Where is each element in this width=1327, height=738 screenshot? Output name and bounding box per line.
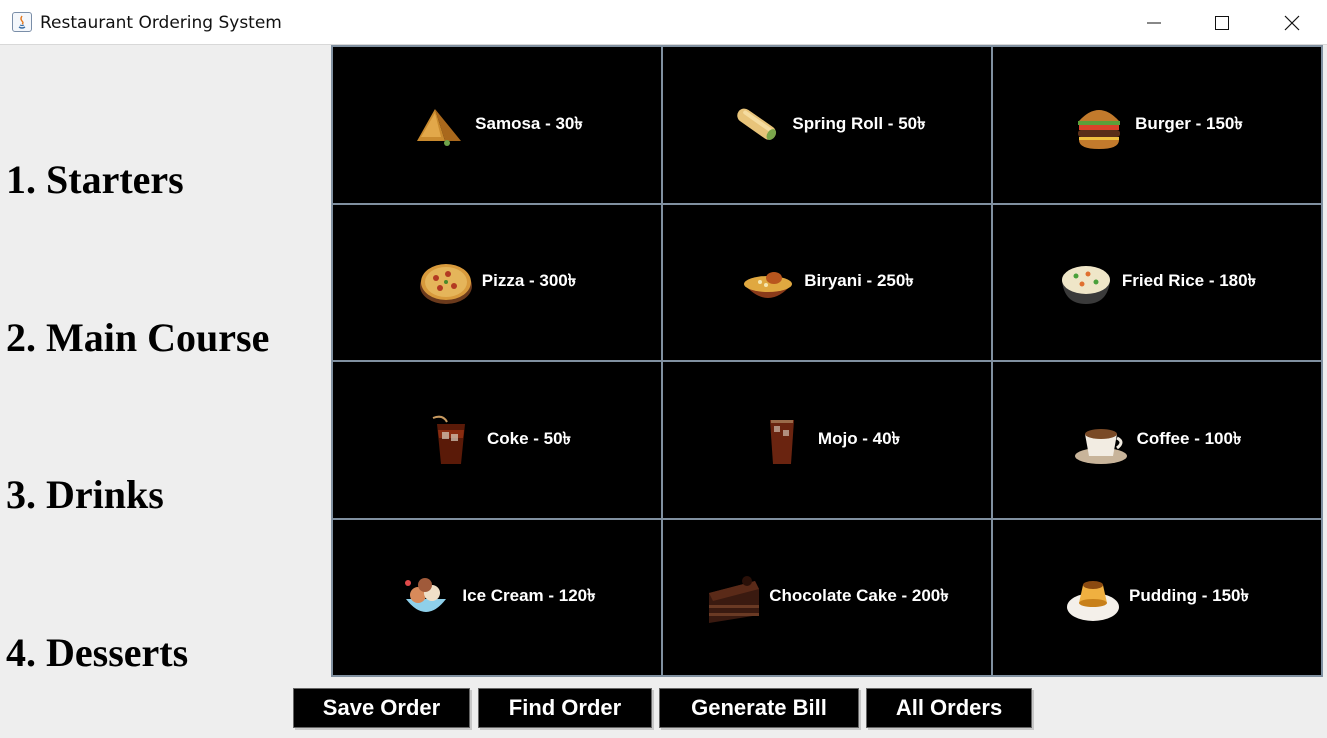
spring-roll-icon [737, 108, 777, 140]
pudding-icon [1067, 581, 1120, 622]
menu-item-label: Coffee - 100৳ [1136, 428, 1242, 448]
menu-item-label: Spring Roll - 50৳ [792, 113, 926, 133]
window-title: Restaurant Ordering System [40, 13, 282, 33]
pizza-icon [419, 264, 472, 305]
menu-item-label: Mojo - 40৳ [817, 428, 901, 448]
category-drinks: 3. Drinks [6, 472, 164, 517]
menu-item-pudding[interactable]: Pudding - 150৳ [993, 519, 1321, 675]
menu-item-label: Biryani - 250৳ [804, 271, 914, 291]
fried-rice-icon [1061, 266, 1110, 305]
menu-item-coke[interactable]: Coke - 50৳ [333, 362, 661, 518]
menu-item-label: Pizza - 300৳ [481, 271, 577, 291]
menu-item-label: Ice Cream - 120৳ [462, 586, 596, 606]
menu-item-label: Samosa - 30৳ [475, 113, 583, 133]
ice-cream-icon [405, 578, 447, 613]
menu-grid: Samosa - 30৳ Spring Roll - 50৳ Burger - … [331, 45, 1323, 677]
menu-item-samosa[interactable]: Samosa - 30৳ [333, 47, 661, 203]
mojo-icon [769, 419, 794, 464]
menu-item-ice-cream[interactable]: Ice Cream - 120৳ [333, 519, 661, 675]
java-app-icon [12, 12, 32, 32]
burger-icon [1078, 109, 1121, 149]
category-sidebar: 1. Starters 2. Main Course 3. Drinks 4. … [0, 46, 332, 678]
menu-item-pizza[interactable]: Pizza - 300৳ [333, 204, 661, 360]
menu-item-burger[interactable]: Burger - 150৳ [993, 47, 1321, 203]
close-icon [1284, 15, 1300, 30]
category-main-course: 2. Main Course [6, 315, 270, 360]
close-button[interactable] [1257, 0, 1327, 45]
samosa-icon [417, 108, 462, 146]
menu-item-biryani[interactable]: Biryani - 250৳ [663, 204, 991, 360]
maximize-button[interactable] [1187, 0, 1257, 45]
title-bar: Restaurant Ordering System [0, 0, 1327, 45]
coffee-icon [1074, 428, 1127, 464]
menu-item-spring-roll[interactable]: Spring Roll - 50৳ [663, 47, 991, 203]
menu-item-chocolate-cake[interactable]: Chocolate Cake - 200৳ [663, 519, 991, 675]
category-desserts: 4. Desserts [6, 630, 189, 675]
menu-item-label: Burger - 150৳ [1135, 113, 1243, 133]
all-orders-button[interactable]: All Orders [866, 688, 1032, 728]
minimize-icon [1147, 22, 1161, 23]
menu-item-fried-rice[interactable]: Fried Rice - 180৳ [993, 204, 1321, 360]
action-bar: Save Order Find Order Generate Bill All … [0, 678, 1327, 738]
biryani-icon [744, 272, 793, 299]
coke-icon [432, 415, 465, 464]
find-order-button[interactable]: Find Order [478, 688, 652, 728]
menu-item-label: Fried Rice - 180৳ [1121, 271, 1257, 291]
minimize-button[interactable] [1119, 0, 1189, 45]
menu-item-label: Pudding - 150৳ [1129, 586, 1249, 606]
maximize-icon [1215, 15, 1229, 30]
generate-bill-button[interactable]: Generate Bill [659, 688, 859, 728]
menu-item-label: Chocolate Cake - 200৳ [769, 586, 949, 606]
menu-item-label: Coke - 50৳ [486, 428, 572, 448]
chocolate-cake-icon [709, 576, 760, 624]
menu-item-coffee[interactable]: Coffee - 100৳ [993, 362, 1321, 518]
save-order-button[interactable]: Save Order [293, 688, 470, 728]
category-starters: 1. Starters [6, 157, 184, 202]
menu-item-mojo[interactable]: Mojo - 40৳ [663, 362, 991, 518]
